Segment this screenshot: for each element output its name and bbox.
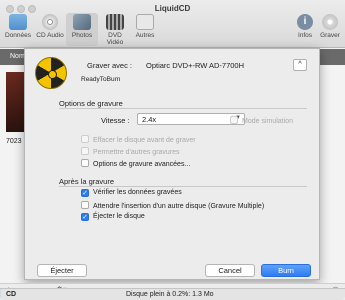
folder-icon bbox=[9, 14, 27, 30]
toolbar-photos-button[interactable]: Photos bbox=[66, 13, 98, 46]
toolbar-data-button[interactable]: Données bbox=[2, 14, 34, 39]
allow-burns-checkbox-row[interactable]: Permettre d'autres gravures bbox=[81, 147, 180, 156]
burn-disc-icon bbox=[322, 14, 338, 30]
burner-status: ReadyToBurn bbox=[81, 76, 121, 83]
video-icon bbox=[106, 14, 124, 30]
toolbar-dvd-video-label: DVD Vidéo bbox=[106, 32, 124, 46]
toolbar-info-label: Infos bbox=[297, 32, 313, 39]
simulation-label: Mode simulation bbox=[242, 118, 293, 125]
burn-radiation-icon bbox=[35, 57, 67, 89]
toolbar-burn-label: Graver bbox=[320, 32, 340, 39]
eject-checkbox[interactable]: ✓ bbox=[81, 213, 89, 221]
after-burn-title: Après la gravure bbox=[59, 177, 115, 186]
erase-checkbox-row[interactable]: Effacer le disque avant de graver bbox=[81, 135, 196, 144]
advanced-options-label: Options de gravure avancées... bbox=[93, 161, 191, 168]
allow-burns-label: Permettre d'autres gravures bbox=[93, 149, 180, 156]
speed-label: Vitesse : bbox=[101, 116, 130, 125]
toolbar-burn-button[interactable]: Graver bbox=[314, 14, 345, 39]
wait-disc-label: Attendre l'insertion d'un autre disque (… bbox=[93, 203, 265, 210]
burn-button[interactable]: Burn bbox=[261, 264, 311, 277]
name-column-header[interactable]: Nom bbox=[10, 53, 25, 60]
verify-checkbox[interactable]: ✓ bbox=[81, 189, 89, 197]
options-separator bbox=[59, 108, 307, 109]
status-bar: CD Disque plein à 0.2%: 1.3 Mo bbox=[0, 288, 345, 300]
verify-label: Vérifier les données gravées bbox=[93, 189, 182, 196]
burner-label: Graver avec : bbox=[87, 61, 133, 70]
wait-disc-checkbox-row[interactable]: Attendre l'insertion d'un autre disque (… bbox=[81, 201, 264, 210]
document-icon bbox=[136, 14, 154, 30]
toolbar-cd-audio-button[interactable]: CD Audio bbox=[34, 14, 66, 39]
toolbar-dvd-video-button[interactable]: DVD Vidéo bbox=[99, 14, 131, 46]
toolbar-data-label: Données bbox=[4, 32, 32, 39]
info-icon: i bbox=[297, 14, 313, 30]
collapse-button[interactable]: ^ bbox=[293, 59, 307, 71]
advanced-options-checkbox-row[interactable]: Options de gravure avancées... bbox=[81, 159, 190, 168]
photo-thumbnail-label: 7023 bbox=[6, 138, 22, 145]
toolbar-others-label: Autres bbox=[135, 32, 155, 39]
wait-disc-checkbox[interactable] bbox=[81, 201, 89, 209]
window-title: LiquidCD bbox=[154, 4, 191, 13]
disc-capacity-text: Disque plein à 0.2%: 1.3 Mo bbox=[126, 291, 214, 298]
app-window: LiquidCD Données CD Audio Photos DVD Vid… bbox=[0, 0, 345, 300]
after-separator bbox=[59, 186, 307, 187]
toolbar-others-button[interactable]: Autres bbox=[129, 14, 161, 39]
speed-select[interactable]: 2.4x ▲▼ bbox=[137, 113, 245, 125]
photos-icon bbox=[73, 14, 91, 30]
cancel-button[interactable]: Cancel bbox=[205, 264, 255, 277]
eject-checkbox-row[interactable]: ✓ Éjecter le disque bbox=[81, 213, 145, 221]
advanced-options-checkbox[interactable] bbox=[81, 159, 89, 167]
simulation-checkbox-row[interactable]: Mode simulation bbox=[230, 116, 293, 125]
eject-button[interactable]: Éjecter bbox=[37, 264, 87, 277]
capacity-bar bbox=[0, 289, 1, 300]
cd-icon bbox=[42, 14, 58, 30]
burn-dialog: Graver avec : Optiarc DVD+-RW AD-7700H R… bbox=[24, 48, 320, 280]
simulation-checkbox[interactable] bbox=[230, 116, 238, 124]
title-bar: LiquidCD Données CD Audio Photos DVD Vid… bbox=[0, 0, 345, 48]
toolbar-cd-audio-label: CD Audio bbox=[36, 32, 64, 39]
disc-type: CD bbox=[6, 291, 17, 298]
speed-value: 2.4x bbox=[142, 115, 157, 124]
erase-checkbox[interactable] bbox=[81, 135, 89, 143]
toolbar-photos-label: Photos bbox=[71, 32, 93, 39]
verify-checkbox-row[interactable]: ✓ Vérifier les données gravées bbox=[81, 189, 182, 197]
erase-label: Effacer le disque avant de graver bbox=[93, 137, 196, 144]
burn-options-title: Options de gravure bbox=[59, 99, 123, 108]
allow-burns-checkbox[interactable] bbox=[81, 147, 89, 155]
burner-name: Optiarc DVD+-RW AD-7700H bbox=[146, 61, 245, 70]
eject-label: Éjecter le disque bbox=[93, 213, 145, 220]
